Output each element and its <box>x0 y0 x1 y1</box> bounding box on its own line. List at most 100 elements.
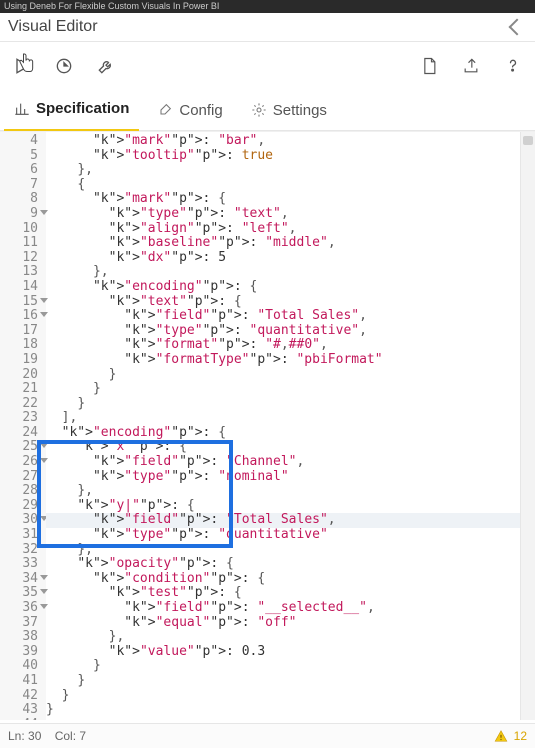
line-number: 18 <box>0 338 46 353</box>
line-number: 41 <box>0 674 46 689</box>
code-line[interactable]: "k">"encoding""p">: { <box>46 426 521 441</box>
code-line[interactable]: "k">"field""p">: "Total Sales", <box>46 513 521 528</box>
code-line[interactable]: } <box>46 689 521 704</box>
warning-icon <box>494 729 508 743</box>
collapse-chevron-icon[interactable] <box>509 19 526 36</box>
tab-config[interactable]: Config <box>147 90 232 130</box>
code-line[interactable]: }, <box>46 630 521 645</box>
line-number: 27 <box>0 470 46 485</box>
code-line[interactable]: "k">"dx""p">: 5 <box>46 251 521 266</box>
tab-settings[interactable]: Settings <box>241 90 337 130</box>
code-line[interactable]: "k">"baseline""p">: "middle", <box>46 236 521 251</box>
help-icon[interactable] <box>503 56 523 76</box>
code-line[interactable]: "k">"opacity""p">: { <box>46 557 521 572</box>
code-line[interactable]: }, <box>46 543 521 558</box>
editor-tabs: Specification Config Settings <box>0 90 535 131</box>
code-line[interactable]: "k">"align""p">: "left", <box>46 222 521 237</box>
run-icon[interactable] <box>12 56 32 76</box>
line-number: 25 <box>0 440 46 455</box>
line-number: 7 <box>0 178 46 193</box>
code-line[interactable]: ], <box>46 411 521 426</box>
code-line[interactable]: "k">"equal""p">: "off" <box>46 616 521 631</box>
repair-icon[interactable] <box>96 56 116 76</box>
code-line[interactable]: { <box>46 178 521 193</box>
code-line[interactable]: } <box>46 368 521 383</box>
status-bar: Ln: 30 Col: 7 12 <box>0 723 535 748</box>
code-line[interactable]: "k">"x""p">: { <box>46 440 521 455</box>
code-line[interactable]: } <box>46 382 521 397</box>
code-line[interactable]: } <box>46 397 521 412</box>
tab-specification[interactable]: Specification <box>4 89 139 132</box>
code-line[interactable]: "k">"type""p">: "quantitative", <box>46 324 521 339</box>
code-line[interactable]: "k">"field""p">: "Channel", <box>46 455 521 470</box>
line-number: 29 <box>0 499 46 514</box>
code-line[interactable]: "k">"tooltip""p">: true <box>46 149 521 164</box>
line-number: 30 <box>0 513 46 528</box>
line-number: 34 <box>0 572 46 587</box>
tab-label: Config <box>179 102 222 119</box>
code-line[interactable]: }, <box>46 163 521 178</box>
line-number: 39 <box>0 645 46 660</box>
line-number: 5 <box>0 149 46 164</box>
code-line[interactable]: }, <box>46 265 521 280</box>
code-line[interactable]: "k">"format""p">: "#,##0", <box>46 338 521 353</box>
gear-icon <box>251 102 267 118</box>
scrollbar-vertical[interactable] <box>520 132 535 720</box>
code-line[interactable]: "k">"type""p">: "quantitative" <box>46 528 521 543</box>
code-line[interactable]: "k">"formatType""p">: "pbiFormat" <box>46 353 521 368</box>
line-number: 6 <box>0 163 46 178</box>
tab-label: Settings <box>273 102 327 119</box>
code-line[interactable]: "k">"mark""p">: "bar", <box>46 134 521 149</box>
new-document-icon[interactable] <box>419 56 439 76</box>
code-line[interactable]: "k">"field""p">: "Total Sales", <box>46 309 521 324</box>
code-line[interactable]: "k">"type""p">: "text", <box>46 207 521 222</box>
line-number: 33 <box>0 557 46 572</box>
line-number: 42 <box>0 689 46 704</box>
line-number: 12 <box>0 251 46 266</box>
code-line[interactable]: "k">"type""p">: "nominal" <box>46 470 521 485</box>
code-line[interactable]: "k">"condition""p">: { <box>46 572 521 587</box>
code-line[interactable]: "k">"y|""p">: { <box>46 499 521 514</box>
line-number: 4 <box>0 134 46 149</box>
export-icon[interactable] <box>461 56 481 76</box>
window-header: Visual Editor <box>0 13 535 42</box>
line-number: 35 <box>0 586 46 601</box>
line-number: 16 <box>0 309 46 324</box>
line-number: 24 <box>0 426 46 441</box>
code-line[interactable]: "k">"value""p">: 0.3 <box>46 645 521 660</box>
scrollbar-thumb[interactable] <box>523 136 533 145</box>
code-line[interactable]: } <box>46 674 521 689</box>
line-number: 19 <box>0 353 46 368</box>
code-line[interactable]: } <box>46 659 521 674</box>
line-number: 14 <box>0 280 46 295</box>
status-col: Col: 7 <box>55 729 86 743</box>
code-line[interactable]: "k">"test""p">: { <box>46 586 521 601</box>
line-number: 17 <box>0 324 46 339</box>
code-line[interactable]: "k">"field""p">: "__selected__", <box>46 601 521 616</box>
line-number: 32 <box>0 543 46 558</box>
line-number: 23 <box>0 411 46 426</box>
line-number: 37 <box>0 616 46 631</box>
code-line[interactable]: } <box>46 703 521 718</box>
toolbar <box>0 42 535 90</box>
code-content[interactable]: "k">"mark""p">: "bar", "k">"tooltip""p">… <box>46 132 521 720</box>
line-number: 11 <box>0 236 46 251</box>
line-number: 38 <box>0 630 46 645</box>
status-warning-count: 12 <box>514 729 527 743</box>
tab-label: Specification <box>36 100 129 117</box>
line-number: 31 <box>0 528 46 543</box>
code-line[interactable] <box>46 718 521 720</box>
code-line[interactable]: "k">"mark""p">: { <box>46 192 521 207</box>
spec-chart-icon <box>14 101 30 117</box>
refresh-icon[interactable] <box>54 56 74 76</box>
line-number: 40 <box>0 659 46 674</box>
code-line[interactable]: }, <box>46 484 521 499</box>
code-editor[interactable]: 4567891011121314151617181920212223242526… <box>0 131 535 720</box>
line-number: 36 <box>0 601 46 616</box>
line-number: 15 <box>0 295 46 310</box>
code-line[interactable]: "k">"text""p">: { <box>46 295 521 310</box>
line-number: 43 <box>0 703 46 718</box>
config-brush-icon <box>157 102 173 118</box>
code-line[interactable]: "k">"encoding""p">: { <box>46 280 521 295</box>
video-overlay-title: Using Deneb For Flexible Custom Visuals … <box>0 0 535 13</box>
